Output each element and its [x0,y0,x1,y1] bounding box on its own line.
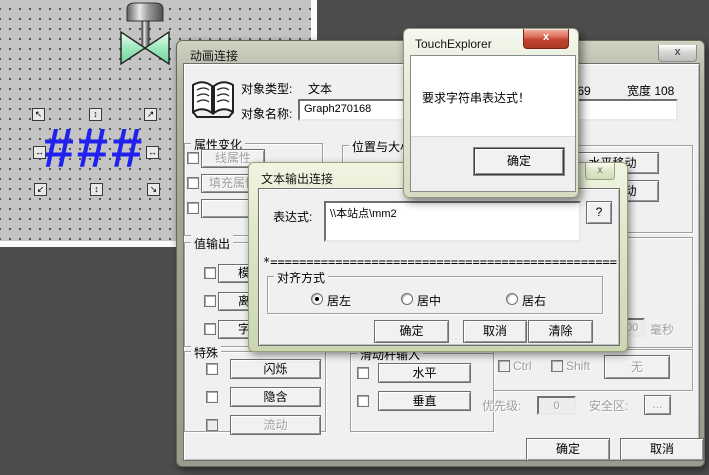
special-checkbox-flow [206,419,218,431]
timing-unit-label: 毫秒 [650,321,674,338]
object-type-label: 对象类型: [241,80,292,97]
priority-label: 优先级: [482,397,521,414]
priority-input: 0 [537,396,576,415]
keys-none-button: 无 [604,355,670,379]
resize-handle-e-icon[interactable]: ↔ [146,146,159,159]
valve-icon[interactable] [118,1,172,67]
message-text: 要求字符串表达式！ [422,89,530,106]
separator-line: *=======================================… [263,255,617,269]
shift-checkbox [551,360,563,372]
canvas-text-object[interactable]: ### [38,118,150,180]
group-special-title: 特殊 [191,344,221,361]
special-checkbox-blink[interactable] [206,363,218,375]
main-ok-button[interactable]: 确定 [526,438,610,461]
shift-label: Shift [566,359,590,373]
align-center-radio[interactable] [401,293,413,305]
object-type-value: 文本 [308,80,332,97]
touchexplorer-message-box: TouchExplorer x 要求字符串表达式！ 确定 [403,28,579,198]
help-button[interactable]: ? [586,201,612,224]
main-cancel-button[interactable]: 取消 [620,438,704,461]
value-checkbox-analog[interactable] [204,267,216,279]
resize-handle-ne-icon[interactable]: ↗ [144,108,157,121]
book-icon [191,77,235,121]
text-ok-button[interactable]: 确定 [374,320,449,343]
expression-label: 表达式: [273,208,312,225]
group-alignment-title: 对齐方式 [274,269,328,286]
group-value-title: 值输出 [191,235,233,252]
header-value-input[interactable] [573,99,678,121]
align-left-radio[interactable] [311,293,323,305]
expression-input[interactable]: \\本站点\mm2 [324,201,581,242]
object-name-label: 对象名称: [241,105,292,122]
align-center-label: 居中 [417,292,441,309]
property-checkbox-3[interactable] [187,202,199,214]
slider-button-horizontal[interactable]: 水平 [378,363,471,383]
special-button-flow: 流动 [230,415,321,435]
ctrl-label: Ctrl [513,359,532,373]
close-icon[interactable]: x [658,45,697,62]
close-icon[interactable]: x [523,29,569,49]
property-checkbox-2[interactable] [187,177,199,189]
resize-handle-n-icon[interactable]: ↕ [89,108,102,121]
resize-handle-se-icon[interactable]: ↘ [147,183,160,196]
special-button-blink[interactable]: 闪烁 [230,359,321,379]
dialog-title: 文本输出连接 [261,170,333,187]
security-zone-label: 安全区: [589,397,628,414]
align-left-label: 居左 [327,292,351,309]
msgbox-ok-button[interactable]: 确定 [474,148,564,175]
resize-handle-w-icon[interactable]: ↔ [33,146,46,159]
align-right-label: 居右 [522,292,546,309]
align-right-radio[interactable] [506,293,518,305]
resize-handle-s-icon[interactable]: ↕ [90,183,103,196]
slider-checkbox-horizontal[interactable] [357,367,369,379]
close-icon[interactable]: x [585,163,615,180]
property-checkbox-1[interactable] [187,152,199,164]
dialog-title: TouchExplorer [415,37,492,51]
width-label: 宽度 108 [627,82,674,99]
text-clear-button[interactable]: 清除 [528,320,593,343]
security-zone-button: ... [644,395,671,415]
slider-checkbox-vertical[interactable] [357,395,369,407]
dialog-title: 动画连接 [190,47,238,64]
value-checkbox-discrete[interactable] [204,295,216,307]
text-cancel-button[interactable]: 取消 [463,320,527,343]
ctrl-checkbox [498,360,510,372]
value-checkbox-string[interactable] [204,323,216,335]
resize-handle-sw-icon[interactable]: ↙ [34,183,47,196]
resize-handle-nw-icon[interactable]: ↖ [32,108,45,121]
special-button-hide[interactable]: 隐含 [230,387,321,407]
slider-button-vertical[interactable]: 垂直 [378,391,471,411]
special-checkbox-hide[interactable] [206,391,218,403]
